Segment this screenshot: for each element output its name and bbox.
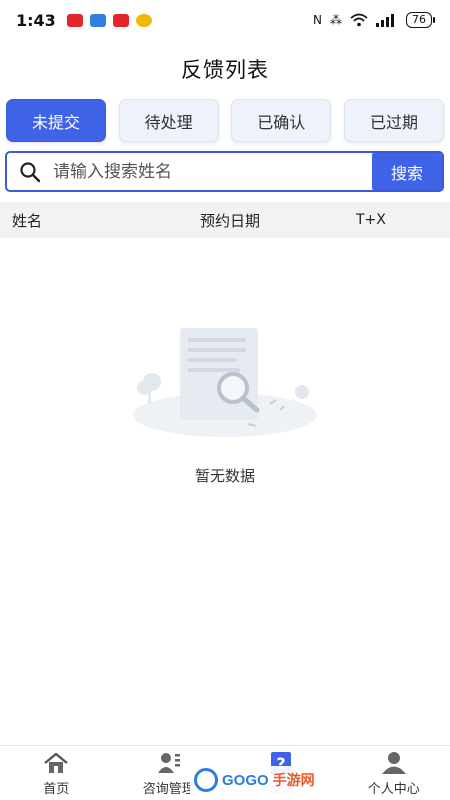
status-tabs: 未提交 待处理 已确认 已过期: [6, 99, 444, 142]
app-notification-icon: [135, 13, 152, 27]
column-header-date: 预约日期: [200, 211, 261, 230]
watermark-circle-icon: [194, 768, 218, 792]
app-notification-icon: [66, 13, 83, 27]
tab-pending[interactable]: 待处理: [118, 99, 219, 142]
signal-icon: [376, 13, 394, 27]
vibrate-icon: ⁂: [330, 13, 342, 27]
search-icon: [7, 161, 53, 183]
wifi-icon: [350, 13, 368, 27]
user-icon: [380, 750, 408, 776]
tab-unsubmitted[interactable]: 未提交: [6, 99, 106, 142]
nav-label: 咨询管理: [142, 781, 195, 797]
nav-personal-center[interactable]: 个人中心: [338, 746, 450, 800]
status-bar: 1:43 N ⁂ 76: [0, 0, 450, 40]
status-bar-right: N ⁂ 76: [313, 12, 435, 28]
chat-notification-icon: [89, 13, 106, 27]
column-header-tx: T+X: [356, 212, 386, 228]
nfc-icon: N: [313, 13, 322, 27]
battery-indicator: 76: [406, 12, 435, 28]
nav-label: 个人中心: [367, 781, 420, 797]
page-title: 反馈列表: [181, 58, 269, 82]
watermark-sub: 手游网: [272, 773, 315, 789]
empty-data-illustration: [133, 328, 317, 437]
consult-icon: [155, 750, 183, 776]
watermark-brand: GOGO: [222, 771, 269, 789]
nav-home[interactable]: 首页: [0, 746, 113, 800]
search-button[interactable]: 搜索: [372, 153, 442, 190]
tab-expired[interactable]: 已过期: [343, 99, 444, 142]
column-header-name: 姓名: [12, 211, 43, 230]
status-bar-left: 1:43: [16, 11, 152, 30]
app-notification-icon: [112, 13, 129, 27]
home-icon: [42, 750, 70, 776]
nav-label: 首页: [43, 781, 70, 797]
tab-confirmed[interactable]: 已确认: [231, 99, 332, 142]
empty-state-text: 暂无数据: [194, 467, 255, 485]
search-input[interactable]: [53, 161, 372, 182]
watermark-logo: GOGO 手游网: [190, 766, 340, 794]
table-header: 姓名 预约日期 T+X: [0, 202, 450, 238]
search-bar: 搜索: [5, 151, 444, 192]
status-time: 1:43: [16, 10, 56, 30]
